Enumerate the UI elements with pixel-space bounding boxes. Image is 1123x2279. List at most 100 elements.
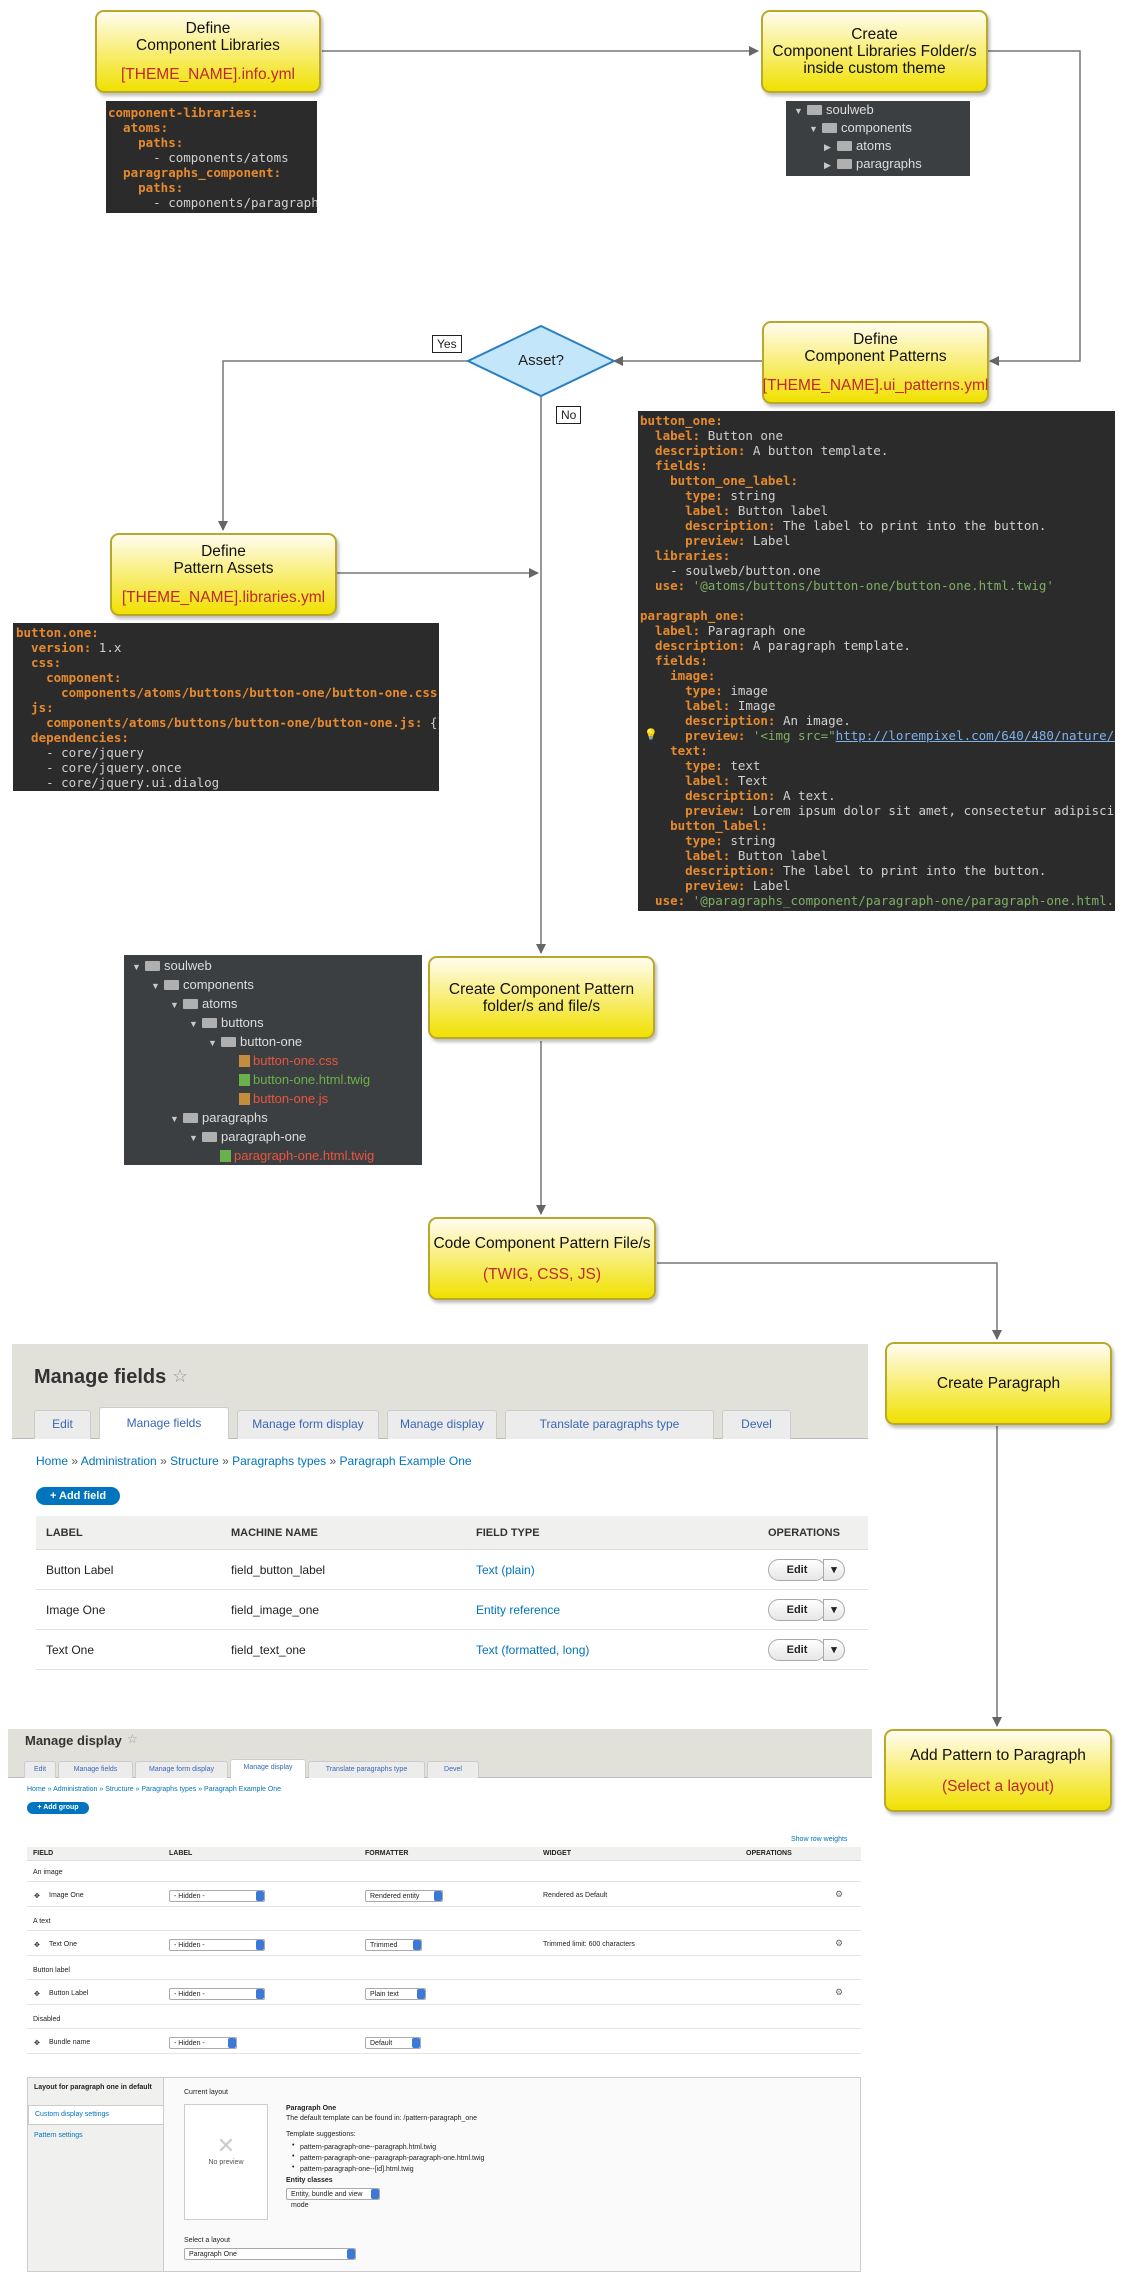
pattern-settings-link[interactable]: Pattern settings [28, 2127, 164, 2147]
tree-item-label: soulweb [826, 102, 874, 117]
field-type-link[interactable]: Entity reference [476, 1603, 560, 1617]
tab-translate-paragraphs-type[interactable]: Translate paragraphs type [505, 1410, 714, 1439]
edit-button[interactable]: Edit [768, 1559, 826, 1581]
tab-edit[interactable]: Edit [24, 1761, 56, 1778]
gear-icon[interactable]: ⚙ [835, 1987, 843, 1998]
fields-table: LABEL MACHINE NAME FIELD TYPE OPERATIONS… [36, 1516, 868, 1670]
drag-handle-icon[interactable]: ✥ [34, 1990, 40, 1998]
custom-display-settings-link[interactable]: Custom display settings [28, 2105, 164, 2125]
label-select[interactable]: - Hidden - [169, 1939, 265, 1951]
chevron-down-icon[interactable]: ▾ [823, 1559, 845, 1581]
label-select[interactable]: - Hidden - [169, 1988, 265, 2000]
breadcrumb-link[interactable]: Paragraph Example One [340, 1454, 472, 1468]
drag-handle-icon[interactable]: ✥ [34, 2039, 40, 2047]
tree-item[interactable]: ▼ buttons [189, 1014, 264, 1032]
gear-icon[interactable]: ⚙ [835, 1938, 843, 1949]
edit-button[interactable]: Edit [768, 1639, 826, 1661]
caret-down-icon[interactable]: ▼ [208, 1034, 218, 1052]
row-divider [27, 1955, 861, 1956]
tree-item[interactable]: paragraph-one.html.twig [208, 1147, 374, 1165]
tree-item[interactable]: button-one.js [227, 1090, 328, 1108]
decision-yes-label: Yes [432, 335, 462, 353]
caret-down-icon[interactable]: ▼ [151, 977, 161, 995]
tab-edit[interactable]: Edit [34, 1410, 91, 1439]
breadcrumb-link[interactable]: Paragraphs types [232, 1454, 326, 1468]
entity-classes-label: Entity classes [286, 2177, 333, 2184]
tab-manage-fields[interactable]: Manage fields [99, 1407, 229, 1439]
tree-item[interactable]: ▼ components [809, 119, 912, 137]
formatter-select[interactable]: Plain text [365, 1988, 426, 2000]
tree-item[interactable]: ▼ paragraph-one [189, 1128, 306, 1146]
yaml-value: image [722, 683, 768, 698]
breadcrumb-link[interactable]: Structure [170, 1454, 219, 1468]
tree-item[interactable]: ▼ components [151, 976, 254, 994]
create-folders-box: Create Component Libraries Folder/s insi… [761, 10, 988, 93]
caret-down-icon[interactable]: ▼ [170, 996, 180, 1014]
formatter-select[interactable]: Rendered entity [365, 1890, 443, 1902]
edit-button[interactable]: Edit [768, 1599, 826, 1621]
caret-down-icon[interactable]: ▼ [170, 1110, 180, 1128]
breadcrumb-link[interactable]: Administration [81, 1454, 157, 1468]
yaml-value: string [722, 488, 776, 503]
entity-classes-select[interactable]: Entity, bundle and view mode [286, 2188, 380, 2209]
tree-item[interactable]: button-one.css [227, 1052, 338, 1070]
caret-right-icon[interactable]: ▶ [824, 156, 834, 174]
define-patterns-file: [THEME_NAME].ui_patterns.yml [762, 377, 989, 394]
caret-down-icon[interactable]: ▼ [132, 958, 142, 976]
tab-manage-fields[interactable]: Manage fields [58, 1761, 133, 1778]
chevron-down-icon[interactable]: ▾ [823, 1639, 845, 1661]
label-select[interactable]: - Hidden - [169, 1890, 265, 1902]
formatter-select[interactable]: Trimmed [365, 1939, 422, 1951]
breadcrumb-link[interactable]: Home [36, 1454, 68, 1468]
caret-down-icon[interactable]: ▼ [189, 1129, 199, 1147]
star-icon[interactable]: ☆ [127, 1732, 138, 1746]
tree-item[interactable]: ▶ atoms [824, 137, 891, 155]
layout-panel: Layout for paragraph one in default Cust… [27, 2077, 861, 2272]
show-row-weights-link[interactable]: Show row weights [791, 1836, 847, 1843]
code-line: image: [640, 668, 1113, 683]
field-type-link[interactable]: Text (plain) [476, 1563, 535, 1577]
add-group-button[interactable]: + Add group [27, 1802, 89, 1814]
yaml-value: The label to print into the button. [775, 518, 1047, 533]
info-yml-code: component-libraries: atoms: paths: - com… [106, 101, 317, 213]
tab-manage-form-display[interactable]: Manage form display [237, 1410, 379, 1439]
add-field-button[interactable]: + Add field [36, 1487, 120, 1505]
drag-handle-icon[interactable]: ✥ [34, 1941, 40, 1949]
tree-item[interactable]: ▼ atoms [170, 995, 237, 1013]
tab-manage-form-display[interactable]: Manage form display [135, 1761, 228, 1778]
tree-item[interactable]: ▼ paragraphs [170, 1109, 268, 1127]
tree-item[interactable]: button-one.html.twig [227, 1071, 370, 1089]
code-line: preview: Label [640, 878, 1113, 893]
breadcrumb-separator: » [218, 1454, 233, 1468]
caret-down-icon[interactable]: ▼ [189, 1015, 199, 1033]
row-divider [27, 2004, 861, 2005]
chevron-down-icon[interactable]: ▾ [823, 1599, 845, 1621]
caret-right-icon[interactable]: ▶ [824, 138, 834, 156]
star-icon[interactable]: ☆ [172, 1366, 188, 1387]
tab-devel[interactable]: Devel [427, 1761, 479, 1778]
folder-icon [145, 961, 160, 971]
tree-item[interactable]: ▼ button-one [208, 1033, 302, 1051]
yaml-link: http://lorempixel.com/640/480/nature/1/ [835, 728, 1115, 743]
caret-down-icon[interactable]: ▼ [809, 120, 819, 138]
create-folders-line2: Component Libraries Folder/s [772, 43, 977, 60]
field-type-link[interactable]: Text (formatted, long) [476, 1643, 589, 1657]
tree-item[interactable]: ▶ paragraphs [824, 155, 922, 173]
tab-manage-display[interactable]: Manage display [387, 1410, 497, 1439]
folder-icon [837, 141, 852, 151]
drag-handle-icon[interactable]: ✥ [34, 1892, 40, 1900]
yaml-key: type: [640, 683, 723, 698]
gear-icon[interactable]: ⚙ [835, 1889, 843, 1900]
tab-devel[interactable]: Devel [722, 1410, 791, 1439]
tab-translate-paragraphs-type[interactable]: Translate paragraphs type [308, 1761, 425, 1778]
label-select[interactable]: - Hidden - [169, 2037, 237, 2049]
tree-item-label: button-one.css [253, 1053, 339, 1068]
tree-item[interactable]: ▼ soulweb [794, 101, 874, 119]
define-libraries-box: Define Component Libraries [THEME_NAME].… [95, 10, 321, 93]
select-layout-select[interactable]: Paragraph One [184, 2248, 356, 2260]
formatter-select[interactable]: Default [365, 2037, 421, 2049]
code-line: label: Button one [640, 428, 1113, 443]
caret-down-icon[interactable]: ▼ [794, 102, 804, 120]
tab-manage-display[interactable]: Manage display [230, 1759, 306, 1778]
tree-item[interactable]: ▼ soulweb [132, 957, 212, 975]
